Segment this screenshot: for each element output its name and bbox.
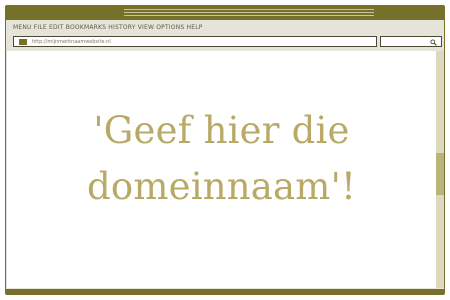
address-bar[interactable]: http://mijnmerknaamwebsite.nl [13,36,377,47]
headline-line-1: 'Geef hier die [93,109,350,152]
favicon-icon [19,39,27,45]
menu-bar[interactable]: MENU FILE EDIT BOOKMARKS HISTORY VIEW OP… [13,24,203,31]
bottom-bar [6,289,444,294]
search-field[interactable] [380,36,442,47]
title-bar-stripes [124,9,374,17]
page-headline: 'Geef hier die domeinnaam'! [7,103,436,215]
browser-window: MENU FILE EDIT BOOKMARKS HISTORY VIEW OP… [5,5,445,295]
headline-line-2: domeinnaam'! [86,165,357,208]
title-bar [6,6,444,20]
url-text: http://mijnmerknaamwebsite.nl [32,39,111,45]
scrollbar-thumb[interactable] [436,153,444,195]
vertical-scrollbar[interactable] [436,51,444,288]
page-viewport: 'Geef hier die domeinnaam'! [7,51,436,288]
search-icon[interactable] [430,39,437,46]
